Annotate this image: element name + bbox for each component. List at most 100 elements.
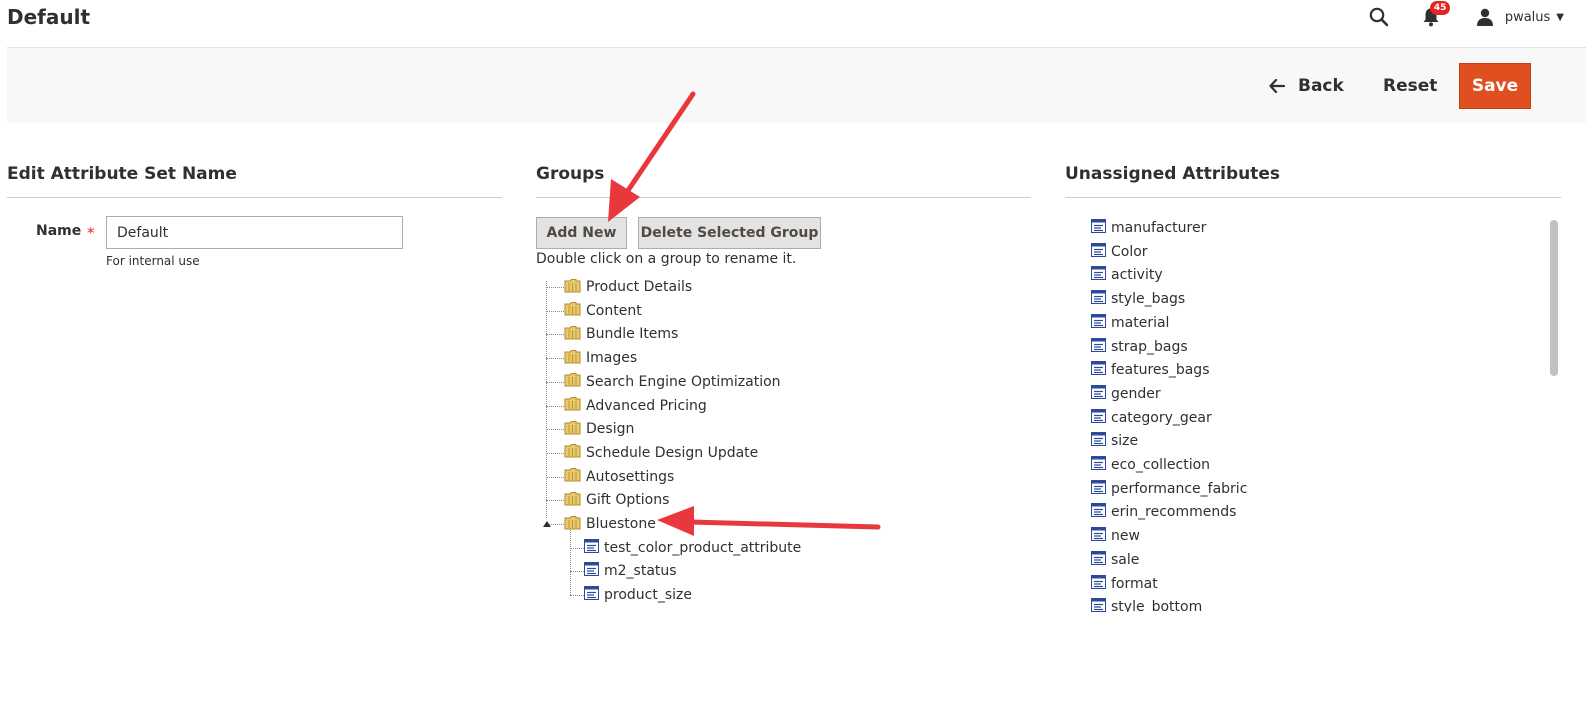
unassigned-attribute-erin-recommends[interactable]: erin_recommends	[1091, 500, 1236, 524]
attribute-label: material	[1111, 314, 1170, 331]
unassigned-attribute-style-bags[interactable]: style_bags	[1091, 287, 1185, 311]
attribute-icon	[1091, 337, 1106, 356]
attribute-label: performance_fabric	[1111, 480, 1248, 497]
group-attribute-product-size[interactable]: product_size	[584, 583, 692, 607]
unassigned-attribute-gender[interactable]: gender	[1091, 382, 1161, 406]
group-gift-options[interactable]: Gift Options	[564, 488, 669, 512]
attribute-label: product_size	[604, 587, 692, 604]
attribute-label: style_bottom	[1111, 599, 1203, 612]
chevron-down-icon[interactable]: ▼	[1556, 12, 1564, 23]
attribute-label: eco_collection	[1111, 457, 1211, 473]
unassigned-attribute-sale[interactable]: sale	[1091, 548, 1139, 572]
group-bundle-items[interactable]: Bundle Items	[564, 322, 678, 346]
back-button[interactable]: Back	[1269, 68, 1344, 104]
unassigned-attribute-activity[interactable]: activity	[1091, 263, 1163, 287]
attribute-icon	[1091, 456, 1106, 474]
annotation-arrow-to-bluestone	[657, 506, 881, 536]
name-field-label: Name	[36, 223, 82, 239]
attribute-icon	[1091, 550, 1106, 569]
group-label: Images	[586, 350, 638, 367]
unassigned-attribute-manufacturer[interactable]: manufacturer	[1091, 216, 1206, 240]
group-label: Bundle Items	[586, 326, 679, 343]
arrow-left-icon	[1269, 79, 1285, 93]
attribute-icon	[584, 586, 599, 604]
group-schedule-design-update[interactable]: Schedule Design Update	[564, 441, 758, 465]
unassigned-attribute-strap-bags[interactable]: strap_bags	[1091, 335, 1188, 359]
group-label: Content	[586, 302, 642, 319]
tree-connector-line	[546, 287, 564, 288]
group-images[interactable]: Images	[564, 346, 637, 370]
attribute-icon	[1091, 527, 1106, 545]
folder-icon	[564, 349, 581, 368]
unassigned-attribute-material[interactable]: material	[1091, 311, 1169, 335]
folder-icon	[564, 325, 581, 344]
attribute-label: strap_bags	[1111, 338, 1188, 355]
attribute-label: category_gear	[1111, 409, 1212, 426]
group-attribute-test-color-product-attribute[interactable]: test_color_product_attribute	[584, 536, 801, 560]
required-indicator: *	[87, 224, 95, 242]
notifications-bell-icon[interactable]: 45	[1419, 1, 1451, 29]
attribute-icon	[1091, 503, 1106, 521]
unassigned-attribute-style-bottom[interactable]: style_bottom	[1091, 595, 1202, 612]
attribute-icon	[584, 562, 599, 580]
delete-selected-group-button[interactable]: Delete Selected Group	[638, 217, 821, 249]
group-label: Product Details	[586, 279, 693, 295]
folder-icon	[564, 467, 581, 486]
attribute-label: erin_recommends	[1111, 504, 1237, 521]
tree-connector-line	[546, 281, 547, 518]
unassigned-attribute-category-gear[interactable]: category_gear	[1091, 406, 1212, 430]
attribute-icon	[1091, 574, 1106, 593]
page-title: Default	[7, 5, 91, 29]
unassigned-section-title: Unassigned Attributes	[1065, 164, 1280, 184]
unassigned-attribute-performance-fabric[interactable]: performance_fabric	[1091, 477, 1247, 501]
attribute-icon	[584, 538, 599, 557]
group-attribute-m2-status[interactable]: m2_status	[584, 559, 677, 583]
tree-connector-line	[570, 595, 584, 597]
attributes-scrollbar-thumb[interactable]	[1550, 220, 1558, 376]
group-autosettings[interactable]: Autosettings	[564, 465, 674, 489]
unassigned-attributes-list[interactable]: manufacturer Color activity style_bagsmater…	[1087, 216, 1561, 612]
unassigned-attribute-color[interactable]: Color	[1091, 240, 1148, 264]
reset-button[interactable]: Reset	[1383, 68, 1437, 104]
tree-connector-line	[546, 310, 564, 312]
unassigned-attribute-size[interactable]: size	[1091, 429, 1138, 453]
attribute-label: Color	[1111, 243, 1148, 260]
section-divider	[7, 197, 502, 198]
group-search-engine-optimization[interactable]: Search Engine Optimization	[564, 370, 781, 394]
section-divider	[1065, 197, 1561, 198]
attribute-label: gender	[1111, 385, 1161, 402]
collapse-toggle-icon[interactable]	[543, 521, 551, 527]
tree-connector-line	[570, 547, 584, 549]
tree-connector-line	[546, 334, 564, 336]
search-icon[interactable]	[1367, 5, 1391, 29]
group-advanced-pricing[interactable]: Advanced Pricing	[564, 394, 707, 418]
group-content[interactable]: Content	[564, 299, 642, 323]
unassigned-attribute-eco-collection[interactable]: eco_collection	[1091, 453, 1210, 477]
group-label: Design	[586, 421, 635, 438]
group-bluestone[interactable]: Bluestone	[564, 512, 656, 536]
user-name[interactable]: pwalus	[1505, 10, 1550, 25]
unassigned-attribute-new[interactable]: new	[1091, 524, 1140, 548]
attribute-label: m2_status	[604, 563, 677, 580]
tree-connector-line	[546, 381, 564, 383]
folder-icon	[564, 278, 581, 297]
attribute-label: test_color_product_attribute	[604, 539, 802, 556]
group-label: Search Engine Optimization	[586, 373, 781, 390]
user-avatar-icon[interactable]	[1473, 5, 1497, 29]
attribute-icon	[1091, 384, 1106, 403]
attribute-icon	[1091, 313, 1106, 332]
tree-connector-line	[546, 476, 564, 478]
group-design[interactable]: Design	[564, 417, 634, 441]
add-new-group-button[interactable]: Add New	[536, 217, 627, 249]
section-divider	[536, 197, 1031, 198]
save-button[interactable]: Save	[1459, 63, 1531, 109]
unassigned-attribute-format[interactable]: format	[1091, 572, 1158, 596]
unassigned-attribute-features-bags[interactable]: features_bags	[1091, 358, 1210, 382]
folder-icon	[564, 491, 581, 510]
attribute-label: new	[1111, 528, 1140, 545]
folder-icon	[564, 396, 581, 415]
tree-connector-line	[546, 429, 564, 431]
attribute-set-name-input[interactable]	[106, 216, 403, 249]
group-label: Advanced Pricing	[586, 397, 707, 414]
group-product-details[interactable]: Product Details	[564, 275, 692, 299]
